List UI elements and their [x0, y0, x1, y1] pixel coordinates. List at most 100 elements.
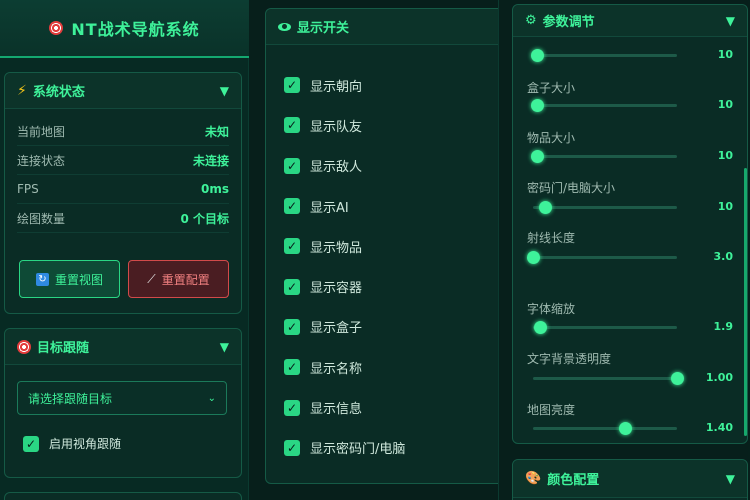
stat-row-map: 当前地图 未知	[17, 117, 229, 146]
chevron-down-icon[interactable]: ▼	[220, 340, 229, 354]
next-card	[4, 492, 242, 500]
toggle-item[interactable]: ✓ 显示AI	[284, 186, 405, 226]
stat-value: 0 个目标	[180, 211, 229, 226]
chevron-down-icon: ⌄	[207, 392, 216, 404]
stat-label: 当前地图	[17, 124, 66, 139]
slider-thumb[interactable]	[531, 150, 545, 163]
slider-track[interactable]	[531, 99, 677, 112]
toggle-item[interactable]: ✓ 显示名称	[284, 347, 405, 387]
toggle-item[interactable]: ✓ 显示密码门/电脑	[284, 428, 405, 468]
display-toggles-title: 显示开关	[297, 21, 350, 36]
left-panel: NT战术导航系统 ⚡ 系统状态 ▼ 当前地图 未知 连接状态 未连接 FPS 0…	[0, 0, 249, 500]
toggle-label: 显示信息	[310, 402, 363, 418]
checkbox[interactable]: ✓	[284, 278, 300, 295]
toggle-item[interactable]: ✓ 显示信息	[284, 387, 405, 427]
reset-config-label: 重置配置	[161, 272, 210, 287]
target-follow-title: 目标跟随	[37, 341, 90, 356]
slider-thumb[interactable]	[531, 99, 545, 112]
slider-thumb[interactable]	[671, 372, 684, 385]
wrench-icon: ⟋	[147, 271, 156, 286]
app-title: NT战术导航系统	[71, 20, 200, 39]
toggle-label: 显示密码门/电脑	[310, 442, 406, 458]
checkbox[interactable]: ✓	[284, 238, 300, 255]
chevron-down-icon[interactable]: ▼	[726, 14, 735, 28]
checkbox[interactable]: ✓	[284, 157, 300, 174]
checkbox[interactable]: ✓	[284, 318, 300, 335]
toggle-list: ✓ 显示朝向 ✓ 显示队友 ✓ 显示敌人 ✓ 显示AI ✓ 显示物品 ✓ 显示容器 ✓ 显示盒…	[284, 65, 405, 468]
stat-label: 连接状态	[17, 153, 66, 168]
slider-track[interactable]	[533, 321, 677, 334]
scrollbar[interactable]	[744, 168, 747, 436]
param-value: 10	[717, 98, 733, 111]
middle-panel: 显示开关 ✓ 显示朝向 ✓ 显示队友 ✓ 显示敌人 ✓ 显示AI ✓ 显示物品 ✓ 显示容器…	[249, 0, 505, 500]
slider-track[interactable]	[531, 150, 677, 163]
slider-track[interactable]	[531, 49, 677, 62]
param-label: 地图亮度	[527, 403, 576, 417]
stat-row-connection: 连接状态 未连接	[17, 146, 229, 175]
checkbox[interactable]: ✓	[284, 359, 300, 376]
slider-thumb[interactable]	[534, 321, 548, 334]
toggle-item[interactable]: ✓ 显示敌人	[284, 146, 405, 186]
color-config-header[interactable]: 🎨 颜色配置 ▼	[513, 460, 747, 498]
param-label: 射线长度	[527, 231, 576, 245]
system-status-header[interactable]: ⚡ 系统状态 ▼	[5, 73, 241, 109]
params-card: ⚙ 参数调节 ▼ 盒子大小 物品大小 密码门/电脑大小 射线长度 字体缩放 文字…	[512, 4, 748, 444]
slider-track[interactable]	[533, 422, 677, 435]
view-follow-label: 启用视角跟随	[49, 437, 122, 451]
slider-thumb[interactable]	[619, 422, 633, 435]
param-value: 10	[717, 48, 733, 61]
params-header[interactable]: ⚙ 参数调节 ▼	[513, 5, 747, 37]
toggle-item[interactable]: ✓ 显示盒子	[284, 307, 405, 347]
toggle-item[interactable]: ✓ 显示物品	[284, 226, 405, 266]
eye-icon	[278, 22, 291, 31]
checkbox[interactable]: ✓	[284, 117, 300, 134]
params-title: 参数调节	[542, 15, 595, 30]
target-follow-header[interactable]: 目标跟随 ▼	[5, 329, 241, 365]
checkbox[interactable]: ✓	[284, 399, 300, 416]
slider-track[interactable]	[533, 201, 677, 214]
param-value: 10	[717, 149, 733, 162]
color-config-card: 🎨 颜色配置 ▼	[512, 459, 748, 500]
checkbox[interactable]: ✓	[284, 77, 300, 94]
chevron-down-icon[interactable]: ▼	[726, 472, 735, 486]
param-label: 物品大小	[527, 131, 576, 145]
slider-track[interactable]	[533, 372, 684, 385]
slider-track[interactable]	[527, 251, 677, 264]
stat-label: 绘图数量	[17, 211, 66, 226]
follow-target-select[interactable]: 请选择跟随目标 ⌄	[17, 381, 227, 415]
stat-value: 0ms	[201, 182, 229, 196]
reset-config-button[interactable]: ⟋ 重置配置	[128, 260, 229, 298]
slider-thumb[interactable]	[531, 49, 545, 62]
param-value: 1.40	[705, 421, 733, 434]
reset-view-button[interactable]: ↻ 重置视图	[19, 260, 120, 298]
view-follow-toggle[interactable]: ✓ 启用视角跟随	[23, 435, 121, 452]
stat-row-draw-count: 绘图数量 0 个目标	[17, 204, 229, 233]
checkbox[interactable]: ✓	[284, 198, 300, 215]
checkbox[interactable]: ✓	[284, 439, 300, 456]
reset-view-label: 重置视图	[54, 272, 103, 287]
checkbox[interactable]: ✓	[23, 435, 39, 452]
param-value: 1.9	[713, 320, 734, 333]
toggle-item[interactable]: ✓ 显示队友	[284, 105, 405, 145]
toggle-label: 显示容器	[310, 281, 363, 297]
toggle-item[interactable]: ✓ 显示容器	[284, 266, 405, 306]
toggle-item[interactable]: ✓ 显示朝向	[284, 65, 405, 105]
target-follow-card: 目标跟随 ▼ 请选择跟随目标 ⌄ ✓ 启用视角跟随	[4, 328, 242, 478]
display-toggles-header[interactable]: 显示开关	[266, 9, 504, 45]
stat-value: 未知	[204, 124, 229, 139]
stat-value: 未连接	[192, 153, 229, 168]
right-panel: ⚙ 参数调节 ▼ 盒子大小 物品大小 密码门/电脑大小 射线长度 字体缩放 文字…	[498, 0, 750, 500]
chevron-down-icon[interactable]: ▼	[220, 84, 229, 98]
slider-thumb[interactable]	[538, 201, 552, 214]
system-status-title: 系统状态	[32, 85, 85, 100]
stat-row-fps: FPS 0ms	[17, 175, 229, 204]
app-header: NT战术导航系统	[0, 0, 249, 58]
toggle-label: 显示队友	[310, 119, 363, 135]
slider-thumb[interactable]	[527, 251, 540, 264]
param-label: 文字背景透明度	[527, 352, 612, 366]
toggle-label: 显示名称	[310, 361, 363, 377]
refresh-icon: ↻	[35, 272, 49, 286]
param-label: 密码门/电脑大小	[527, 181, 616, 195]
lightning-icon: ⚡	[17, 82, 27, 99]
target-icon	[49, 21, 64, 35]
